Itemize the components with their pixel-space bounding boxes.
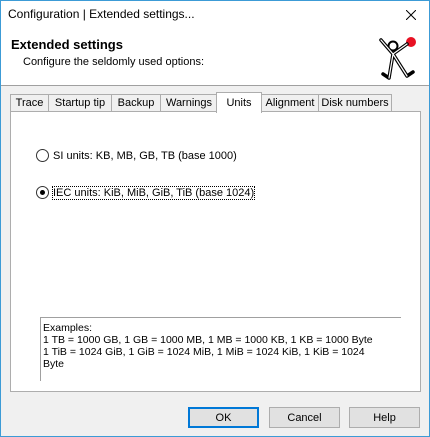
close-button[interactable] — [393, 1, 429, 28]
si-units-label[interactable]: SI units: KB, MB, GB, TB (base 1000) — [53, 150, 237, 162]
examples-line-3: Byte — [43, 358, 65, 370]
title-bar[interactable]: Configuration | Extended settings... — [1, 1, 429, 28]
examples-line-2: 1 TiB = 1024 GiB, 1 GiB = 1024 MiB, 1 Mi… — [43, 346, 365, 358]
iec-units-radio[interactable] — [36, 186, 49, 199]
tab-alignment[interactable]: Alignment — [261, 94, 319, 112]
examples-box: Examples: 1 TB = 1000 GB, 1 GB = 1000 MB… — [40, 317, 401, 381]
header-separator — [1, 85, 429, 86]
cancel-button[interactable]: Cancel — [269, 407, 340, 428]
button-bar: OK Cancel Help — [1, 399, 429, 436]
dialog-window: Configuration | Extended settings... Ext… — [0, 0, 430, 437]
iec-units-option[interactable]: IEC units: KiB, MiB, GiB, TiB (base 1024… — [36, 185, 256, 200]
examples-line-1: 1 TB = 1000 GB, 1 GB = 1000 MB, 1 MB = 1… — [43, 334, 373, 346]
header-subtitle: Configure the seldomly used options: — [23, 56, 204, 68]
examples-heading: Examples: — [43, 322, 93, 334]
tab-backup[interactable]: Backup — [111, 94, 161, 112]
iec-units-label[interactable]: IEC units: KiB, MiB, GiB, TiB (base 1024… — [51, 185, 256, 200]
help-button[interactable]: Help — [349, 407, 420, 428]
header-panel: Extended settings Configure the seldomly… — [1, 28, 429, 85]
tab-disk-numbers[interactable]: Disk numbers — [318, 94, 392, 112]
ok-button[interactable]: OK — [188, 407, 259, 428]
tab-warnings[interactable]: Warnings — [160, 94, 218, 112]
running-man-logo-icon — [379, 37, 416, 80]
tab-trace[interactable]: Trace — [10, 94, 49, 112]
header-title: Extended settings — [11, 37, 123, 52]
close-icon — [406, 9, 416, 20]
si-units-option[interactable]: SI units: KB, MB, GB, TB (base 1000) — [36, 149, 237, 162]
si-units-radio[interactable] — [36, 149, 49, 162]
units-tab-panel: SI units: KB, MB, GB, TB (base 1000) IEC… — [10, 111, 421, 392]
window-title: Configuration | Extended settings... — [8, 7, 195, 21]
tab-units[interactable]: Units — [216, 92, 262, 113]
tab-startup-tip[interactable]: Startup tip — [48, 94, 112, 112]
